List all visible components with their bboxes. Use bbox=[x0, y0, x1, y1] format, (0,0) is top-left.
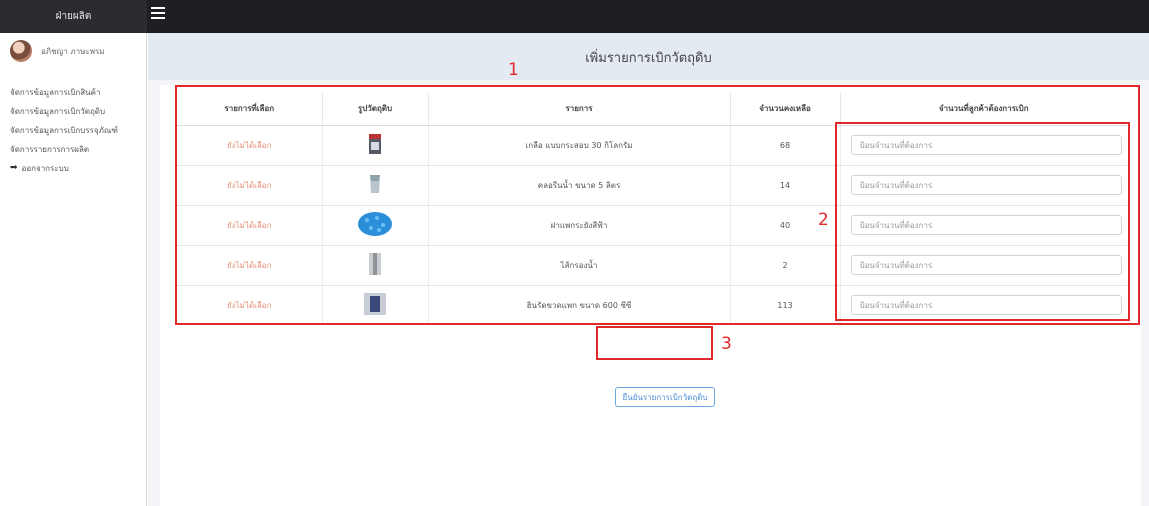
avatar bbox=[10, 40, 32, 62]
annotation-number-3: 3 bbox=[721, 334, 732, 354]
user-profile: อภิชญา ภาษะพรม bbox=[0, 33, 146, 69]
annotation-box-confirm-button bbox=[596, 326, 713, 360]
sign-out-icon: ➡ bbox=[10, 163, 18, 173]
sidebar: อภิชญา ภาษะพรม จัดการข้อมูลการเบิกสินค้า… bbox=[0, 33, 147, 506]
page-title: เพิ่มรายการเบิกวัตถุดิบ bbox=[585, 51, 712, 66]
sidebar-item-product-withdrawal[interactable]: จัดการข้อมูลการเบิกสินค้า bbox=[0, 83, 146, 102]
top-bar: ฝ่ายผลิต bbox=[0, 0, 1149, 33]
confirm-withdrawal-button[interactable]: ยืนยันรายการเบิกวัตถุดิบ bbox=[615, 387, 715, 407]
brand-title: ฝ่ายผลิต bbox=[0, 0, 147, 33]
logout-label: ออกจากระบบ bbox=[21, 164, 69, 173]
sidebar-menu: จัดการข้อมูลการเบิกสินค้า จัดการข้อมูลกา… bbox=[0, 83, 146, 178]
annotation-box-quantity-column bbox=[835, 122, 1130, 321]
hamburger-icon[interactable] bbox=[151, 7, 165, 21]
sidebar-item-production-list[interactable]: จัดการรายการการผลิต bbox=[0, 140, 146, 159]
page-header: เพิ่มรายการเบิกวัตถุดิบ bbox=[148, 33, 1149, 80]
annotation-number-1: 1 bbox=[508, 60, 519, 80]
user-name: อภิชญา ภาษะพรม bbox=[41, 46, 105, 56]
sidebar-item-raw-material-withdrawal[interactable]: จัดการข้อมูลการเบิกวัตถุดิบ bbox=[0, 102, 146, 121]
annotation-number-2: 2 bbox=[818, 210, 829, 230]
sidebar-item-logout[interactable]: ➡ ออกจากระบบ bbox=[0, 159, 146, 178]
sidebar-item-packaging-withdrawal[interactable]: จัดการข้อมูลการเบิกบรรจุภัณฑ์ bbox=[0, 121, 146, 140]
